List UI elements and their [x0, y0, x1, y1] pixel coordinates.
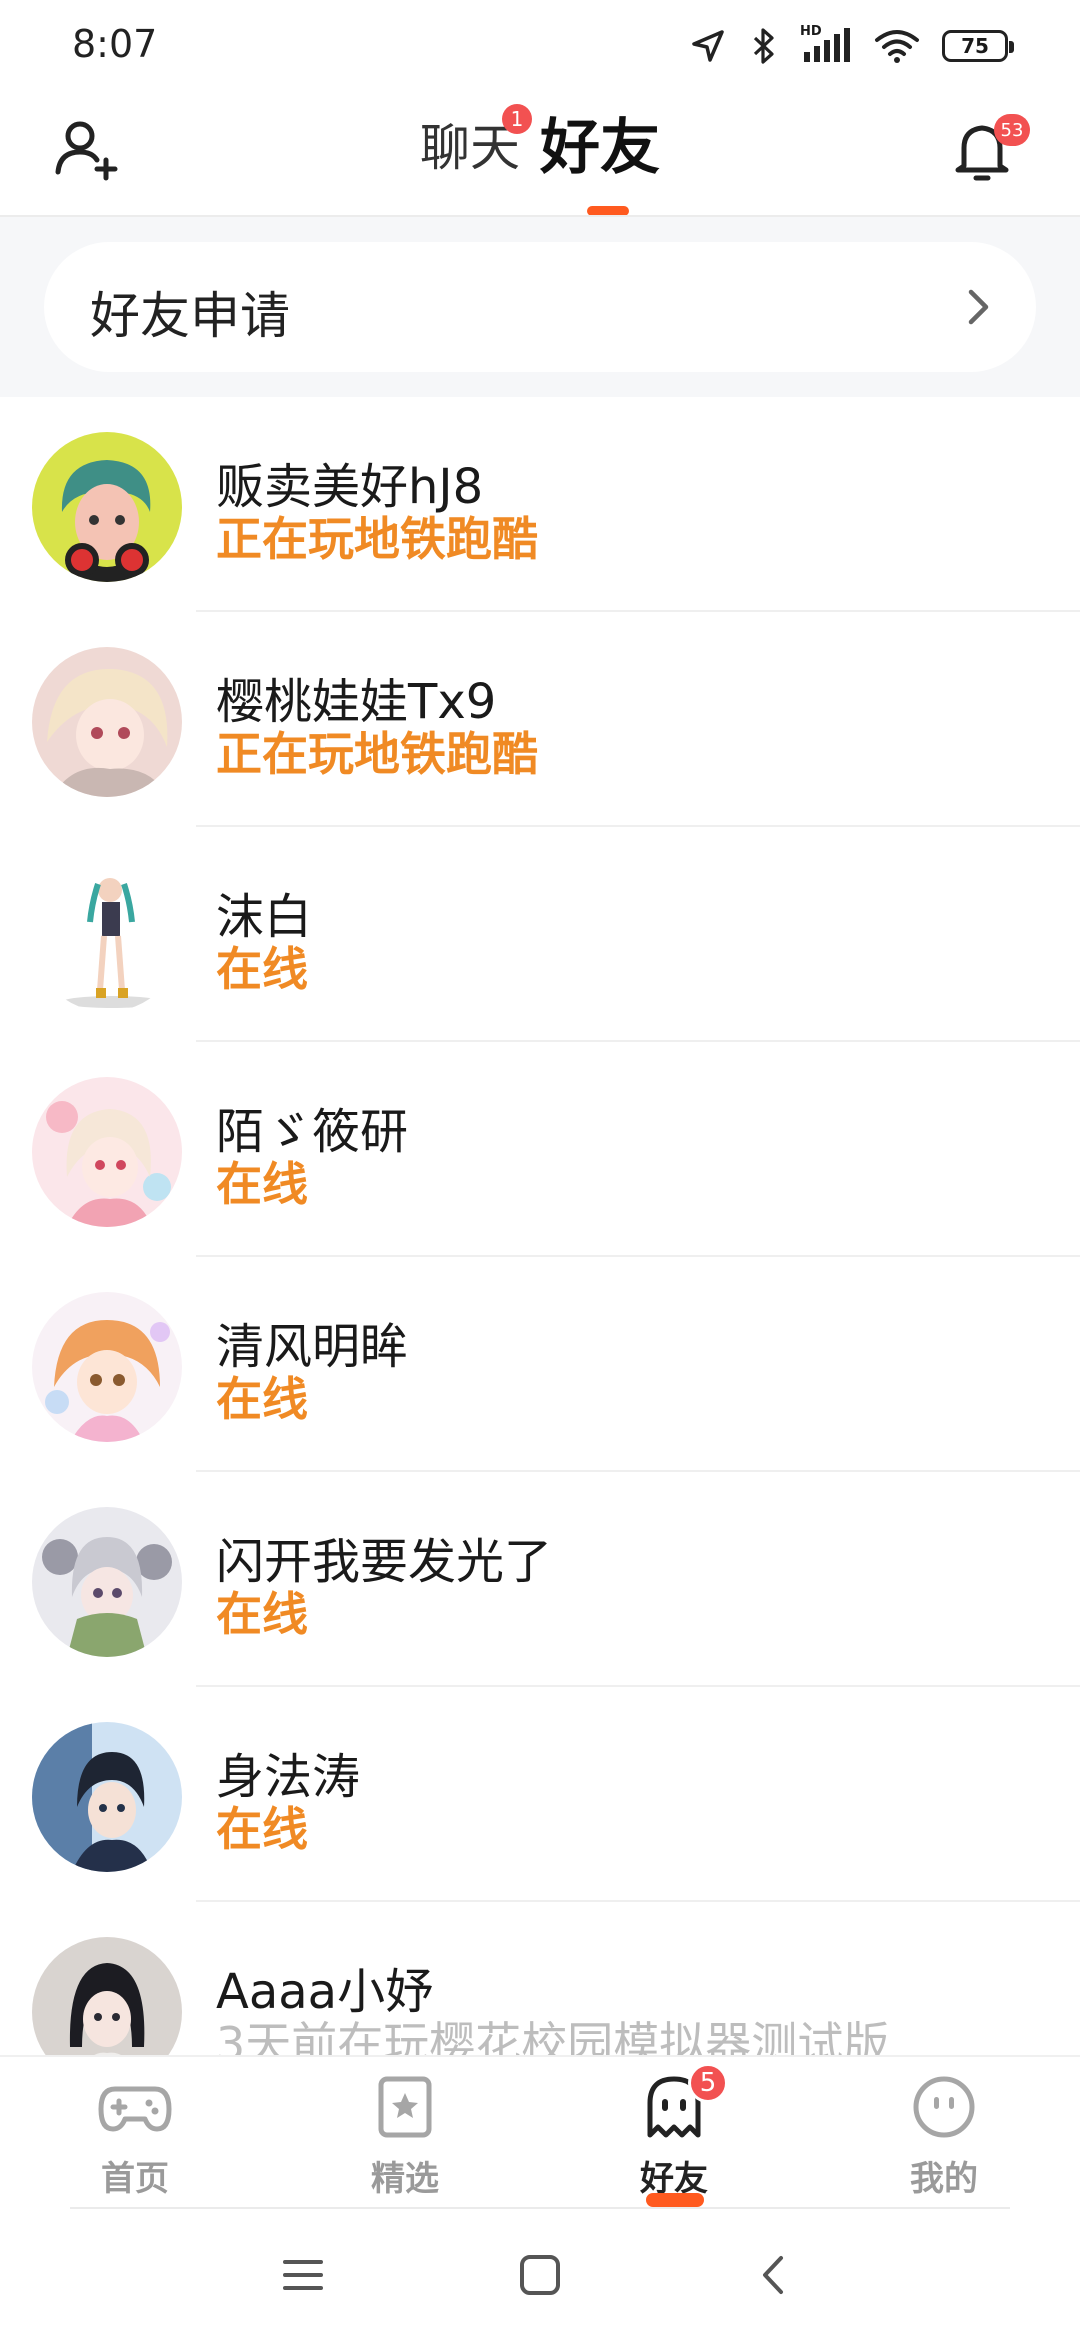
- friend-row[interactable]: 贩卖美好hJ8 正在玩地铁跑酷: [0, 397, 1080, 612]
- avatar[interactable]: [32, 1507, 182, 1657]
- bottom-nav: 首页 精选 5 好友 我的: [0, 2055, 1080, 2210]
- gamepad-icon: [98, 2086, 172, 2132]
- nav-item-profile[interactable]: 我的: [854, 2075, 1034, 2205]
- notification-badge: 53: [994, 114, 1030, 146]
- friend-status: 在线: [216, 1157, 308, 1211]
- friends-nav-badge: 5: [688, 2063, 728, 2103]
- friend-row[interactable]: 身法涛 在线: [0, 1687, 1080, 1902]
- friend-row[interactable]: 陌ゞ筱研 在线: [0, 1042, 1080, 1257]
- friend-row[interactable]: 闪开我要发光了 在线: [0, 1472, 1080, 1687]
- nav-item-featured[interactable]: 精选: [315, 2075, 495, 2205]
- friend-status: 正在玩地铁跑酷: [216, 512, 538, 566]
- avatar[interactable]: [32, 862, 182, 1012]
- friend-requests-button[interactable]: 好友申请: [44, 242, 1036, 372]
- avatar[interactable]: [32, 432, 182, 582]
- nav-label: 首页: [101, 2159, 169, 2199]
- friend-status: 在线: [216, 1587, 308, 1641]
- friend-status: 在线: [216, 1802, 308, 1856]
- nav-item-home[interactable]: 首页: [45, 2075, 225, 2205]
- friend-requests-section: 好友申请: [0, 217, 1080, 397]
- status-icons: HD 75: [688, 24, 1014, 68]
- battery-level: 75: [961, 34, 989, 58]
- header-tabs: 聊天 1 好友: [0, 104, 1080, 186]
- avatar[interactable]: [32, 647, 182, 797]
- home-icon[interactable]: [510, 2250, 570, 2300]
- friend-row[interactable]: 清风明眸 在线: [0, 1257, 1080, 1472]
- friend-status: 3天前在玩樱花校园模拟器测试版: [216, 2017, 890, 2057]
- friend-status: 正在玩地铁跑酷: [216, 727, 538, 781]
- smiley-icon: [913, 2076, 975, 2138]
- notification-button[interactable]: 53: [942, 112, 1030, 192]
- friend-status: 在线: [216, 942, 308, 996]
- chevron-right-icon: [968, 289, 989, 325]
- friend-row[interactable]: 沫白 在线: [0, 827, 1080, 1042]
- status-time: 8:07: [72, 22, 158, 66]
- nav-label: 我的: [910, 2159, 978, 2199]
- star-bookmark-icon: [378, 2076, 432, 2138]
- friend-row[interactable]: 樱桃娃娃Tx9 正在玩地铁跑酷: [0, 612, 1080, 827]
- nav-item-friends[interactable]: 5 好友: [584, 2063, 764, 2207]
- location-icon: [692, 30, 724, 62]
- header: 聊天 1 好友 53: [0, 90, 1080, 216]
- divider: [70, 2207, 1010, 2209]
- back-icon[interactable]: [745, 2250, 805, 2300]
- status-bar: 8:07 HD 75: [0, 0, 1080, 90]
- menu-icon[interactable]: [273, 2250, 333, 2300]
- friend-status: 在线: [216, 1372, 308, 1426]
- avatar[interactable]: [32, 1722, 182, 1872]
- signal-icon: HD: [800, 24, 852, 66]
- battery-icon: 75: [942, 30, 1014, 62]
- tab-friends[interactable]: 好友: [540, 106, 660, 186]
- active-nav-indicator: [646, 2193, 704, 2207]
- tab-friends-label: 好友: [540, 113, 660, 183]
- chat-unread-badge: 1: [502, 104, 532, 134]
- avatar[interactable]: [32, 1077, 182, 1227]
- friend-list: 贩卖美好hJ8 正在玩地铁跑酷 樱桃娃娃Tx9 正在玩地铁跑酷 沫白 在线 陌ゞ…: [0, 397, 1080, 2057]
- avatar[interactable]: [32, 1937, 182, 2057]
- friend-row[interactable]: Aaaa小妤 3天前在玩樱花校园模拟器测试版: [0, 1902, 1080, 2057]
- wifi-icon: [875, 30, 919, 63]
- tab-chat[interactable]: 聊天 1: [420, 104, 532, 186]
- friend-requests-label: 好友申请: [90, 287, 290, 345]
- avatar[interactable]: [32, 1292, 182, 1442]
- bluetooth-icon: [753, 28, 774, 64]
- system-nav: [0, 2210, 1080, 2340]
- nav-label: 精选: [371, 2159, 439, 2199]
